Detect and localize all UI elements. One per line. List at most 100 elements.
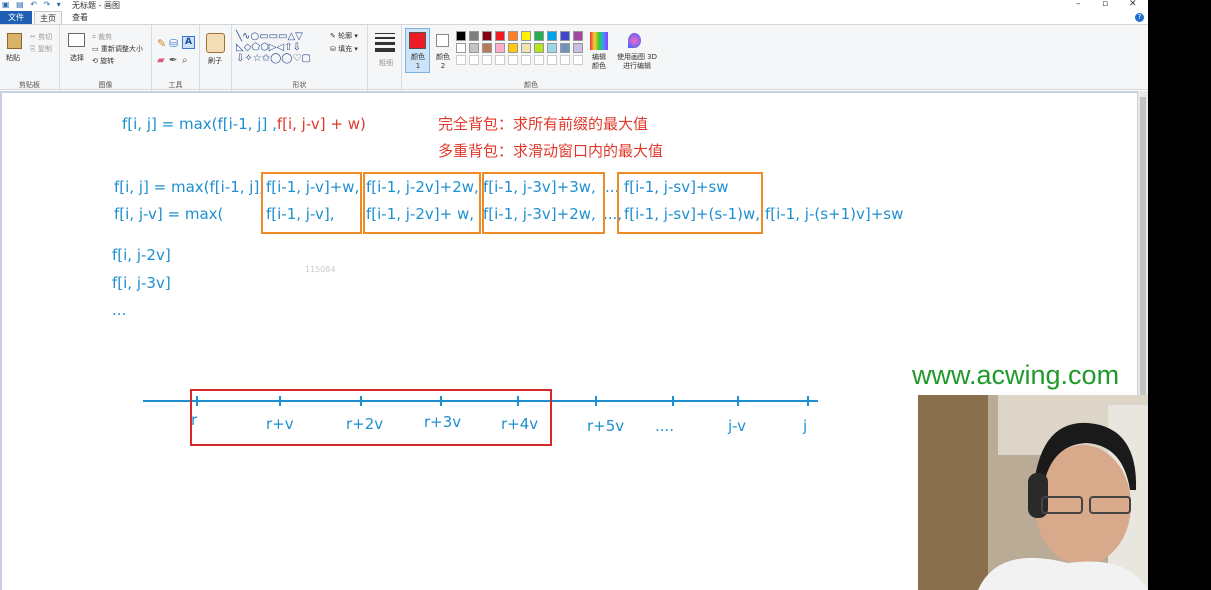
- eraser-icon[interactable]: ▰: [157, 55, 165, 66]
- select-icon[interactable]: [68, 33, 85, 47]
- tab-view[interactable]: 查看: [66, 11, 94, 24]
- colors-label: 颜色: [524, 81, 538, 89]
- palette-swatch[interactable]: [495, 31, 505, 41]
- palette-swatch[interactable]: [482, 43, 492, 53]
- paint3d-button[interactable]: 使用画图 3D 进行编辑: [616, 53, 658, 71]
- size-group: 粗细: [368, 25, 402, 91]
- shapes-label: 形状: [292, 81, 307, 89]
- minimize-button[interactable]: –: [1076, 0, 1081, 9]
- shapes-group: ╲∿○▭▭▭△▽ ◺◇⬠⬡▷◁⇧⇩ ⇩✧☆✩◯◯♡▢ ✎ 轮廓 ▾ ⛁ 填充 ▾ 形…: [232, 25, 368, 91]
- size-line-1: [375, 33, 395, 34]
- red-window-box: [190, 389, 552, 446]
- palette-swatch[interactable]: [482, 31, 492, 41]
- tools-group: ✎ ⛁ A ▰ ✒ ⌕ 工具: [152, 25, 200, 91]
- help-icon[interactable]: ?: [1135, 13, 1144, 22]
- note-complete-knapsack: 完全背包：求所有前缀的最大值: [438, 115, 649, 133]
- fill-icon[interactable]: ⛁: [169, 37, 178, 50]
- palette-swatch[interactable]: [534, 31, 544, 41]
- rotate-button[interactable]: ⟲ 旋转: [92, 56, 114, 66]
- title-bar: ▣ ▤ ↶ ↷ ▾ 无标题 - 画图 – ▫ ✕: [0, 0, 1148, 11]
- size-line-2: [375, 37, 395, 39]
- edit-colors-icon[interactable]: [590, 32, 608, 50]
- palette-swatch[interactable]: [534, 43, 544, 53]
- custom-color-slot[interactable]: [534, 55, 544, 65]
- text-tool-icon[interactable]: A: [182, 36, 195, 49]
- resize-button[interactable]: ▭ 重新调整大小: [92, 44, 143, 54]
- cut-button[interactable]: ✂ 剪切: [30, 32, 52, 42]
- webcam-overlay: [918, 395, 1148, 590]
- file-menu[interactable]: 文件: [0, 11, 32, 24]
- paste-icon[interactable]: [7, 33, 22, 49]
- palette-swatch[interactable]: [573, 31, 583, 41]
- menu-bar: 文件 主页 查看 ?: [0, 11, 1148, 24]
- palette-swatch[interactable]: [456, 31, 466, 41]
- size-button[interactable]: 粗细: [379, 58, 393, 68]
- palette-swatch[interactable]: [560, 31, 570, 41]
- custom-color-slot[interactable]: [573, 55, 583, 65]
- color1-label: 颜色 1: [411, 53, 425, 70]
- orange-box-3: [482, 172, 605, 234]
- color1-swatch: [409, 32, 426, 49]
- palette-swatch[interactable]: [547, 31, 557, 41]
- magnifier-icon[interactable]: ⌕: [182, 55, 188, 66]
- crop-button[interactable]: ⌗ 裁剪: [92, 32, 112, 42]
- axis-label: j-v: [728, 417, 747, 435]
- color-picker-icon[interactable]: ✒: [169, 55, 177, 66]
- orange-box-2: [363, 172, 481, 234]
- brush-icon[interactable]: [206, 33, 225, 53]
- ribbon: 粘贴 ✂ 剪切 ⎘ 复制 剪贴板 选择 ⌗ 裁剪 ▭ 重新调整大小 ⟲ 旋转 图…: [0, 24, 1148, 91]
- pencil-icon[interactable]: ✎: [157, 37, 166, 50]
- palette-swatch[interactable]: [547, 43, 557, 53]
- palette-swatch[interactable]: [521, 31, 531, 41]
- palette-swatch[interactable]: [456, 43, 466, 53]
- palette-swatch[interactable]: [560, 43, 570, 53]
- paste-button[interactable]: 粘贴: [6, 53, 20, 63]
- outline-button[interactable]: ✎ 轮廓 ▾: [330, 31, 358, 41]
- axis-label: j: [803, 417, 808, 435]
- row2-prefix: f[i, j-v] = max(: [114, 205, 224, 223]
- size-line-3: [375, 42, 395, 45]
- palette-swatch[interactable]: [521, 43, 531, 53]
- custom-color-slot[interactable]: [495, 55, 505, 65]
- tools-label: 工具: [168, 81, 183, 89]
- custom-color-slot[interactable]: [521, 55, 531, 65]
- edit-colors-button[interactable]: 编辑颜色: [590, 53, 608, 71]
- custom-color-slot[interactable]: [482, 55, 492, 65]
- formula-line1: f[i, j] = max(f[i-1, j] ,f[i, j-v] + w): [122, 115, 366, 133]
- custom-color-slot[interactable]: [456, 55, 466, 65]
- window-title: 无标题 - 画图: [72, 1, 120, 10]
- colors-group: 颜色 1 颜色 2 编辑颜色 使用画图 3D 进行编辑 颜色: [402, 25, 660, 91]
- paint3d-icon[interactable]: [628, 33, 641, 48]
- custom-color-slot[interactable]: [508, 55, 518, 65]
- quick-access-toolbar[interactable]: ▣ ▤ ↶ ↷ ▾: [2, 0, 63, 9]
- palette-swatch[interactable]: [469, 43, 479, 53]
- image-label: 图像: [98, 81, 113, 89]
- palette-swatch[interactable]: [508, 43, 518, 53]
- tab-home[interactable]: 主页: [34, 11, 62, 24]
- select-button[interactable]: 选择: [70, 53, 84, 63]
- orange-box-4: [617, 172, 763, 234]
- custom-color-slot[interactable]: [560, 55, 570, 65]
- watermark-text: 115084: [305, 265, 336, 274]
- image-group: 选择 ⌗ 裁剪 ▭ 重新调整大小 ⟲ 旋转 图像: [60, 25, 152, 91]
- list-item-1: f[i, j-2v]: [112, 246, 171, 264]
- shapes-gallery[interactable]: ╲∿○▭▭▭△▽ ◺◇⬠⬡▷◁⇧⇩ ⇩✧☆✩◯◯♡▢: [236, 31, 326, 64]
- custom-color-slot[interactable]: [547, 55, 557, 65]
- brushes-button[interactable]: 刷子: [208, 56, 222, 66]
- close-button[interactable]: ✕: [1129, 0, 1137, 9]
- brushes-group: 刷子: [200, 25, 232, 91]
- palette-swatch[interactable]: [573, 43, 583, 53]
- fill-button[interactable]: ⛁ 填充 ▾: [330, 44, 358, 54]
- color2-swatch[interactable]: [436, 34, 449, 47]
- list-item-3: ...: [112, 301, 127, 319]
- axis-tick: [595, 396, 597, 406]
- maximize-button[interactable]: ▫: [1102, 0, 1108, 9]
- row1-prefix: f[i, j] = max(f[i-1, j],: [114, 178, 265, 196]
- copy-button[interactable]: ⎘ 复制: [30, 44, 52, 54]
- palette-swatch[interactable]: [508, 31, 518, 41]
- palette-swatch[interactable]: [469, 31, 479, 41]
- custom-color-slot[interactable]: [469, 55, 479, 65]
- clipboard-group: 粘贴 ✂ 剪切 ⎘ 复制 剪贴板: [0, 25, 60, 91]
- palette-swatch[interactable]: [495, 43, 505, 53]
- orange-box-1: [261, 172, 362, 234]
